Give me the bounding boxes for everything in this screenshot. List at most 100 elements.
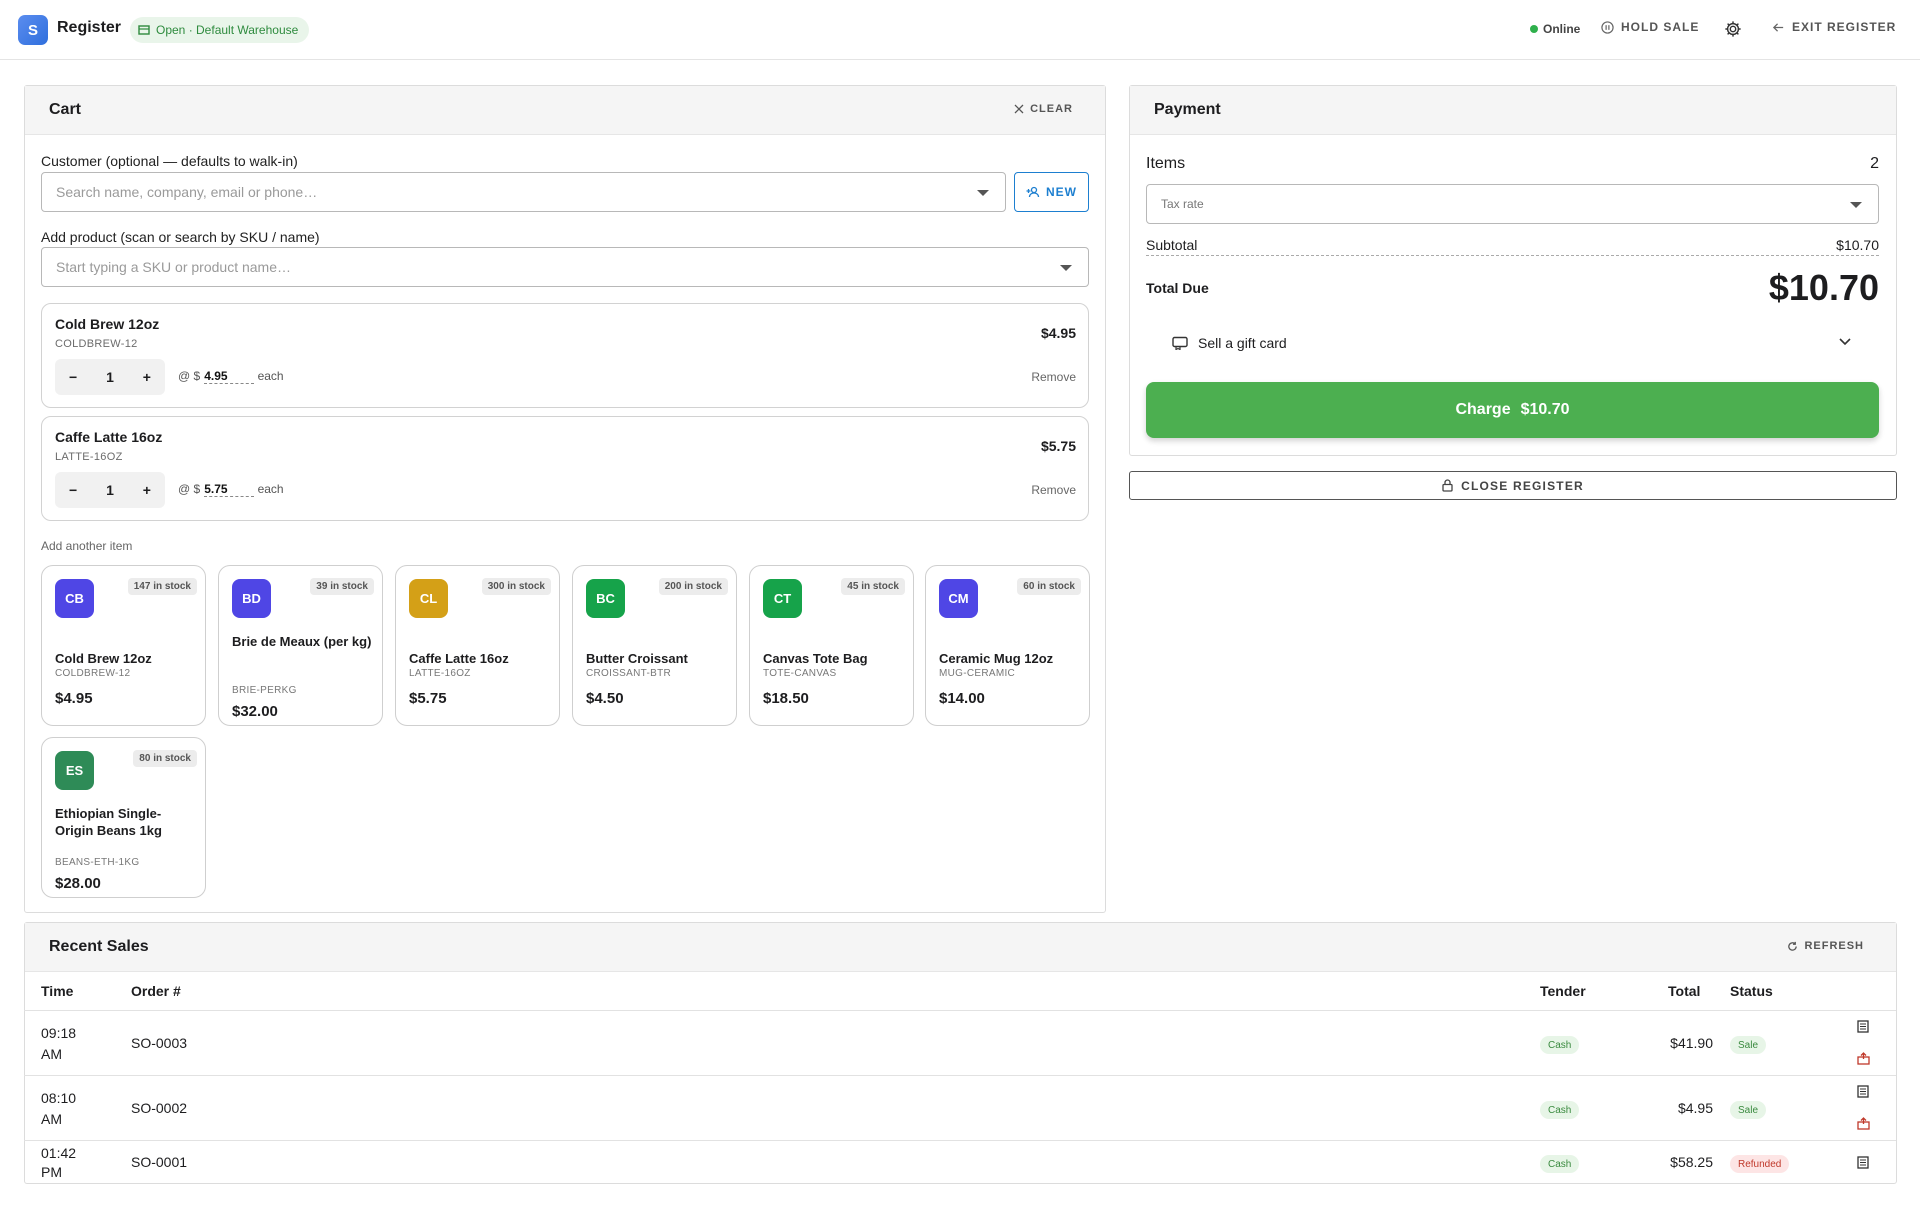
warehouse-status-text: Open · Default Warehouse	[156, 23, 299, 37]
table-row[interactable]: 09:18 AM SO-0003 Cash $41.90 Sale	[24, 1010, 1896, 1075]
product-avatar: ES	[55, 751, 94, 790]
hold-sale-button[interactable]: HOLD SALE	[1601, 20, 1699, 34]
page-title: Register	[57, 19, 122, 36]
product-price: $5.75	[409, 690, 447, 707]
product-price: $4.50	[586, 690, 624, 707]
refresh-icon	[1788, 941, 1798, 951]
decrement-button[interactable]: −	[69, 369, 77, 385]
clear-cart-button[interactable]: CLEAR	[1014, 103, 1073, 115]
gear-icon	[1725, 21, 1741, 37]
product-sku: MUG-CERAMIC	[939, 668, 1016, 679]
refresh-label: REFRESH	[1804, 940, 1864, 952]
product-sku: TOTE-CANVAS	[763, 668, 837, 679]
close-register-button[interactable]: CLOSE REGISTER	[1129, 471, 1897, 500]
connection-status-text: Online	[1543, 22, 1581, 36]
product-name: Ethiopian Single-Origin Beans 1kg	[55, 806, 162, 838]
tender-badge: Cash	[1540, 1155, 1580, 1173]
product-tile[interactable]: BC 200 in stock Butter Croissant CROISSA…	[572, 565, 737, 726]
product-sku: COLDBREW-12	[55, 668, 131, 679]
clear-cart-label: CLEAR	[1030, 103, 1073, 115]
receipt-icon[interactable]	[1857, 1156, 1869, 1169]
sale-total: $41.90	[1670, 1035, 1713, 1051]
warehouse-icon	[138, 25, 150, 35]
remove-item-button[interactable]: Remove	[1031, 370, 1076, 384]
refund-icon[interactable]	[1857, 1052, 1870, 1065]
stock-badge: 200 in stock	[658, 578, 728, 595]
product-tile[interactable]: CM 60 in stock Ceramic Mug 12oz MUG-CERA…	[925, 565, 1090, 726]
product-name: Canvas Tote Bag	[763, 651, 868, 666]
tax-rate-select[interactable]: Tax rate	[1146, 184, 1879, 224]
cart-header: Cart CLEAR	[25, 86, 1105, 135]
charge-button[interactable]: Charge $10.70	[1146, 382, 1879, 438]
product-search-input[interactable]: Start typing a SKU or product name…	[41, 247, 1089, 287]
cart-item-sku: LATTE-16OZ	[55, 451, 123, 463]
remove-item-button[interactable]: Remove	[1031, 483, 1076, 497]
settings-button[interactable]	[1724, 20, 1742, 41]
chevron-down-icon[interactable]	[1850, 202, 1862, 208]
lock-icon	[1442, 479, 1453, 492]
cart-title: Cart	[49, 101, 82, 118]
cart-item-line-total: $4.95	[1040, 325, 1076, 341]
chevron-down-icon[interactable]	[1839, 338, 1851, 346]
at-symbol: @ $	[178, 369, 201, 383]
quantity-value[interactable]: 1	[106, 369, 114, 385]
tender-badge: Cash	[1540, 1036, 1580, 1054]
connection-status: Online	[1530, 22, 1580, 36]
receipt-icon[interactable]	[1857, 1020, 1869, 1033]
product-sku: BRIE-PERKG	[232, 685, 297, 696]
unit-price-input[interactable]: 5.75	[204, 482, 254, 497]
payment-header: Payment	[1130, 86, 1896, 135]
status-badge: Refunded	[1730, 1155, 1790, 1173]
sale-time: 08:10 AM	[41, 1090, 77, 1127]
recent-sales-header: Recent Sales REFRESH	[25, 923, 1896, 972]
product-tile[interactable]: BD 39 in stock Brie de Meaux (per kg) BR…	[218, 565, 383, 726]
increment-button[interactable]: +	[143, 482, 151, 498]
unit-price-group: @ $ 5.75 each	[178, 482, 284, 497]
customer-search-input[interactable]: Search name, company, email or phone…	[41, 172, 1006, 212]
product-tile[interactable]: ES 80 in stock Ethiopian Single-Origin B…	[41, 737, 206, 898]
product-name: Butter Croissant	[586, 651, 688, 666]
table-row[interactable]: 01:42 PM SO-0001 Cash $58.25 Refunded	[24, 1140, 1896, 1184]
items-count: 2	[1870, 155, 1879, 172]
product-tile[interactable]: CB 147 in stock Cold Brew 12oz COLDBREW-…	[41, 565, 206, 726]
sale-total: $58.25	[1670, 1154, 1713, 1170]
arrow-left-icon	[1772, 22, 1784, 32]
charge-label: Charge	[1455, 401, 1511, 418]
quantity-stepper: − 1 +	[55, 472, 165, 508]
chevron-down-icon[interactable]	[1060, 265, 1072, 271]
new-customer-button[interactable]: NEW	[1014, 172, 1089, 212]
cart-line-item: Cold Brew 12oz COLDBREW-12 $4.95 − 1 + @…	[41, 303, 1089, 408]
stock-badge: 80 in stock	[133, 750, 197, 767]
recent-sales-title: Recent Sales	[49, 938, 149, 955]
receipt-icon[interactable]	[1857, 1085, 1869, 1098]
unit-price-input[interactable]: 4.95	[204, 369, 254, 384]
subtotal-label: Subtotal	[1146, 237, 1198, 253]
sale-order-number: SO-0003	[131, 1035, 188, 1051]
refund-icon[interactable]	[1857, 1117, 1870, 1130]
sell-gift-card-toggle[interactable]: Sell a gift card	[1146, 327, 1879, 359]
product-tile[interactable]: CL 300 in stock Caffe Latte 16oz LATTE-1…	[395, 565, 560, 726]
decrement-button[interactable]: −	[69, 482, 77, 498]
chevron-down-icon[interactable]	[977, 190, 989, 196]
product-price: $18.50	[763, 690, 809, 707]
increment-button[interactable]: +	[143, 369, 151, 385]
tax-rate-placeholder: Tax rate	[1161, 197, 1204, 211]
quantity-stepper: − 1 +	[55, 359, 165, 395]
column-header-time: Time	[41, 983, 74, 999]
stock-badge: 300 in stock	[481, 578, 551, 595]
refresh-button[interactable]: REFRESH	[1787, 940, 1864, 952]
new-customer-label: NEW	[1046, 185, 1077, 199]
product-tile[interactable]: CT 45 in stock Canvas Tote Bag TOTE-CANV…	[749, 565, 914, 726]
warehouse-status-chip: Open · Default Warehouse	[130, 17, 310, 43]
product-price: $32.00	[232, 703, 278, 720]
payment-title: Payment	[1154, 101, 1221, 118]
at-symbol: @ $	[178, 482, 201, 496]
table-row[interactable]: 08:10 AM SO-0002 Cash $4.95 Sale	[24, 1075, 1896, 1140]
product-price: $28.00	[55, 875, 101, 892]
app-logo: S	[18, 15, 48, 45]
product-avatar: BD	[232, 579, 271, 618]
sale-time: 09:18 AM	[41, 1025, 77, 1062]
quantity-value[interactable]: 1	[106, 482, 114, 498]
exit-register-button[interactable]: EXIT REGISTER	[1772, 20, 1896, 34]
pause-circle-icon	[1601, 20, 1614, 34]
